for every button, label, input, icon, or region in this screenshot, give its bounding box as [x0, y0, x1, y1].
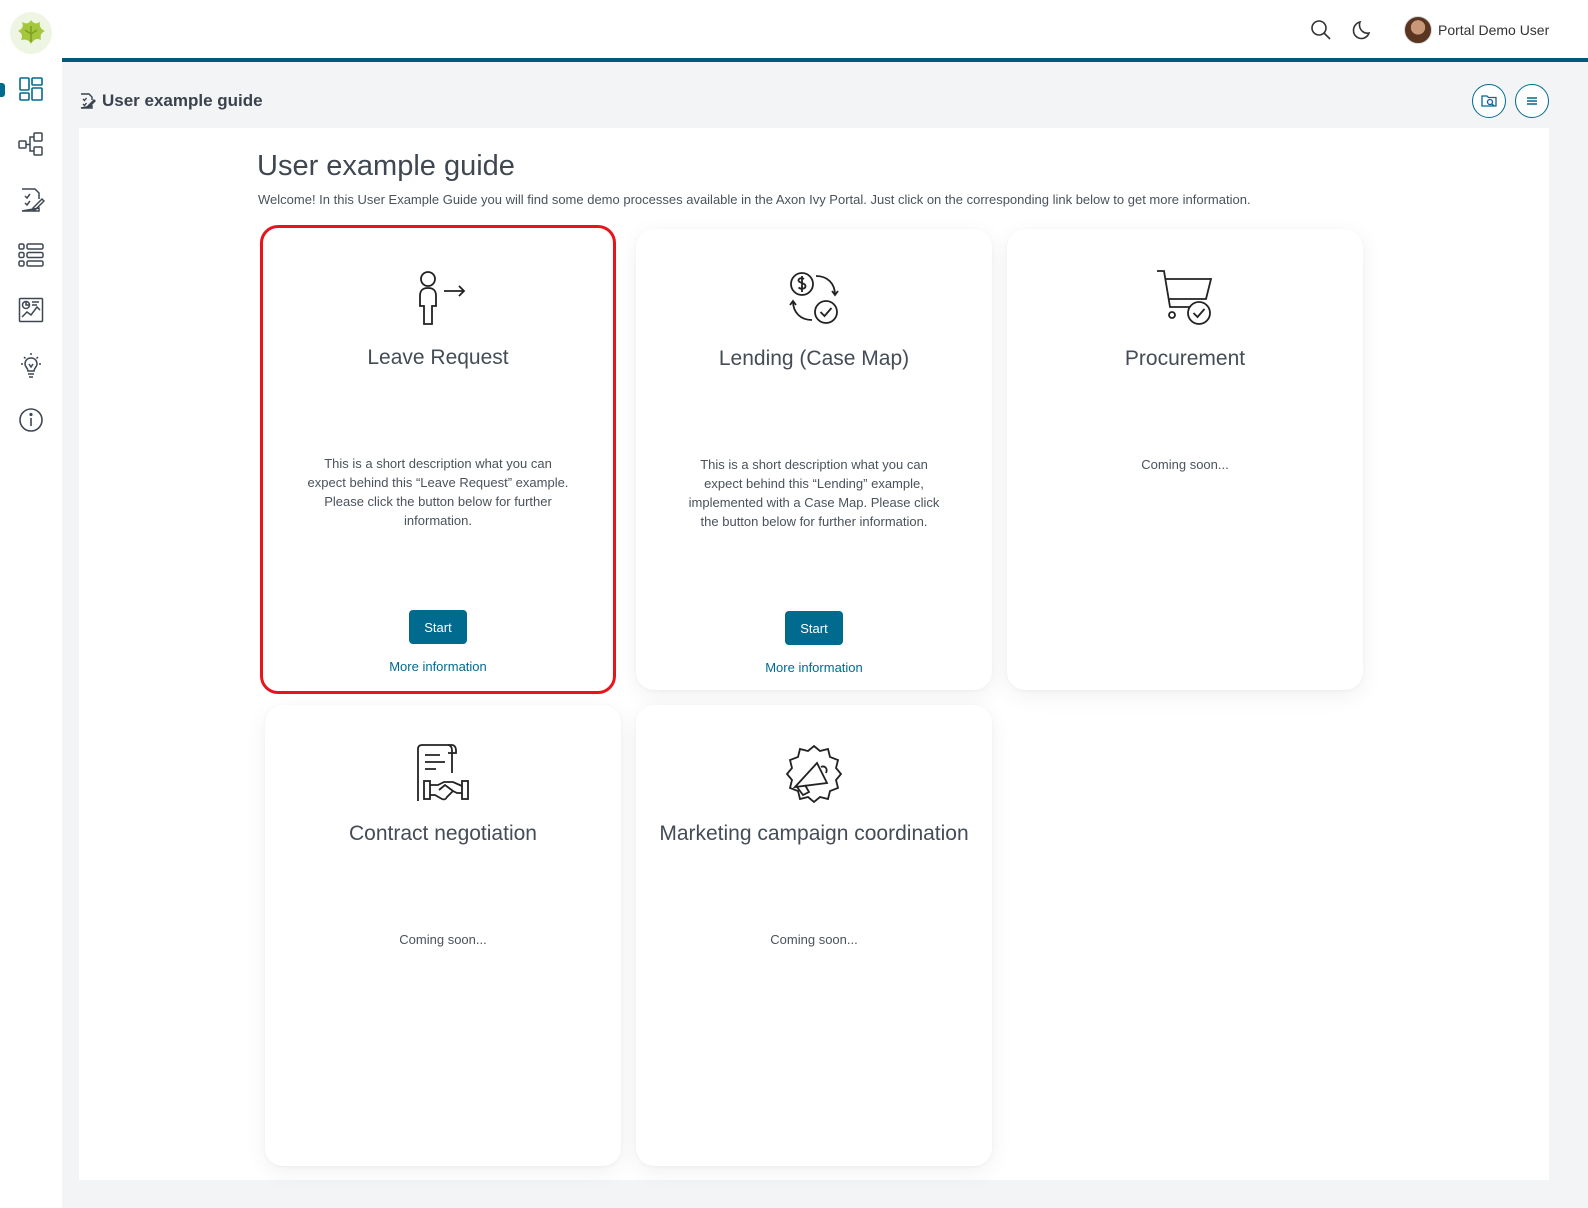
sidebar-item-tasks[interactable]	[0, 180, 62, 220]
megaphone-icon	[636, 743, 992, 805]
menu-button[interactable]	[1515, 84, 1549, 118]
avatar	[1404, 16, 1432, 44]
info-icon	[19, 408, 43, 432]
person-leave-icon	[263, 268, 613, 330]
search-button[interactable]	[1308, 17, 1334, 43]
processes-icon	[18, 132, 43, 156]
card-marketing-campaign: Marketing campaign coordination Coming s…	[636, 705, 992, 1166]
sidebar-item-processes[interactable]	[0, 124, 62, 164]
card-description: Coming soon...	[1141, 457, 1229, 472]
statistics-icon	[18, 297, 44, 323]
sidebar-item-statistics[interactable]	[0, 290, 62, 330]
sidebar	[0, 0, 62, 1208]
cases-icon	[18, 243, 44, 267]
top-bar: Portal Demo User	[62, 0, 1588, 62]
card-description: This is a short description what you can…	[688, 457, 940, 529]
menu-icon	[1527, 97, 1537, 105]
card-title: Procurement	[1124, 347, 1246, 370]
search-documents-button[interactable]	[1472, 84, 1506, 118]
money-exchange-icon	[636, 267, 992, 329]
sidebar-item-dashboard[interactable]	[0, 69, 62, 109]
page-header-title: User example guide	[102, 91, 263, 110]
idea-icon	[21, 353, 41, 378]
dashboard-icon	[19, 77, 43, 101]
sidebar-item-ideas[interactable]	[0, 345, 62, 385]
page-intro: Welcome! In this User Example Guide you …	[258, 192, 1251, 207]
page-header: User example guide	[78, 86, 263, 116]
contract-handshake-icon	[265, 743, 621, 805]
card-description: This is a short description what you can…	[307, 456, 569, 528]
card-title: Lending (Case Map)	[718, 347, 910, 370]
card-leave-request: Leave Request This is a short descriptio…	[260, 225, 616, 694]
tasks-icon	[21, 188, 45, 212]
card-contract-negotiation: Contract negotiation Coming soon...	[265, 705, 621, 1166]
app-logo[interactable]	[10, 12, 52, 54]
moon-icon	[1352, 20, 1371, 40]
folder-search-icon	[1481, 95, 1497, 107]
card-title: Leave Request	[367, 346, 509, 369]
start-button[interactable]: Start	[409, 610, 467, 644]
guide-icon	[80, 93, 96, 109]
content-panel: User example guide Welcome! In this User…	[79, 128, 1549, 1180]
card-description: Coming soon...	[399, 932, 487, 947]
sidebar-item-info[interactable]	[0, 400, 62, 440]
card-title: Marketing campaign coordination	[659, 822, 969, 845]
dark-mode-toggle[interactable]	[1349, 17, 1375, 43]
cart-check-icon	[1007, 267, 1363, 329]
user-name: Portal Demo User	[1438, 22, 1550, 38]
ivy-leaf-icon	[18, 20, 45, 44]
card-lending: Lending (Case Map) This is a short descr…	[636, 229, 992, 690]
page-title: User example guide	[257, 150, 515, 182]
search-icon	[1311, 20, 1331, 40]
sidebar-item-cases[interactable]	[0, 235, 62, 275]
user-menu[interactable]: Portal Demo User	[1404, 14, 1549, 46]
start-button[interactable]: Start	[785, 611, 843, 645]
card-description: Coming soon...	[770, 932, 858, 947]
card-procurement: Procurement Coming soon...	[1007, 229, 1363, 690]
more-information-link[interactable]: More information	[636, 660, 992, 675]
card-title: Contract negotiation	[349, 822, 537, 845]
more-information-link[interactable]: More information	[263, 659, 613, 674]
